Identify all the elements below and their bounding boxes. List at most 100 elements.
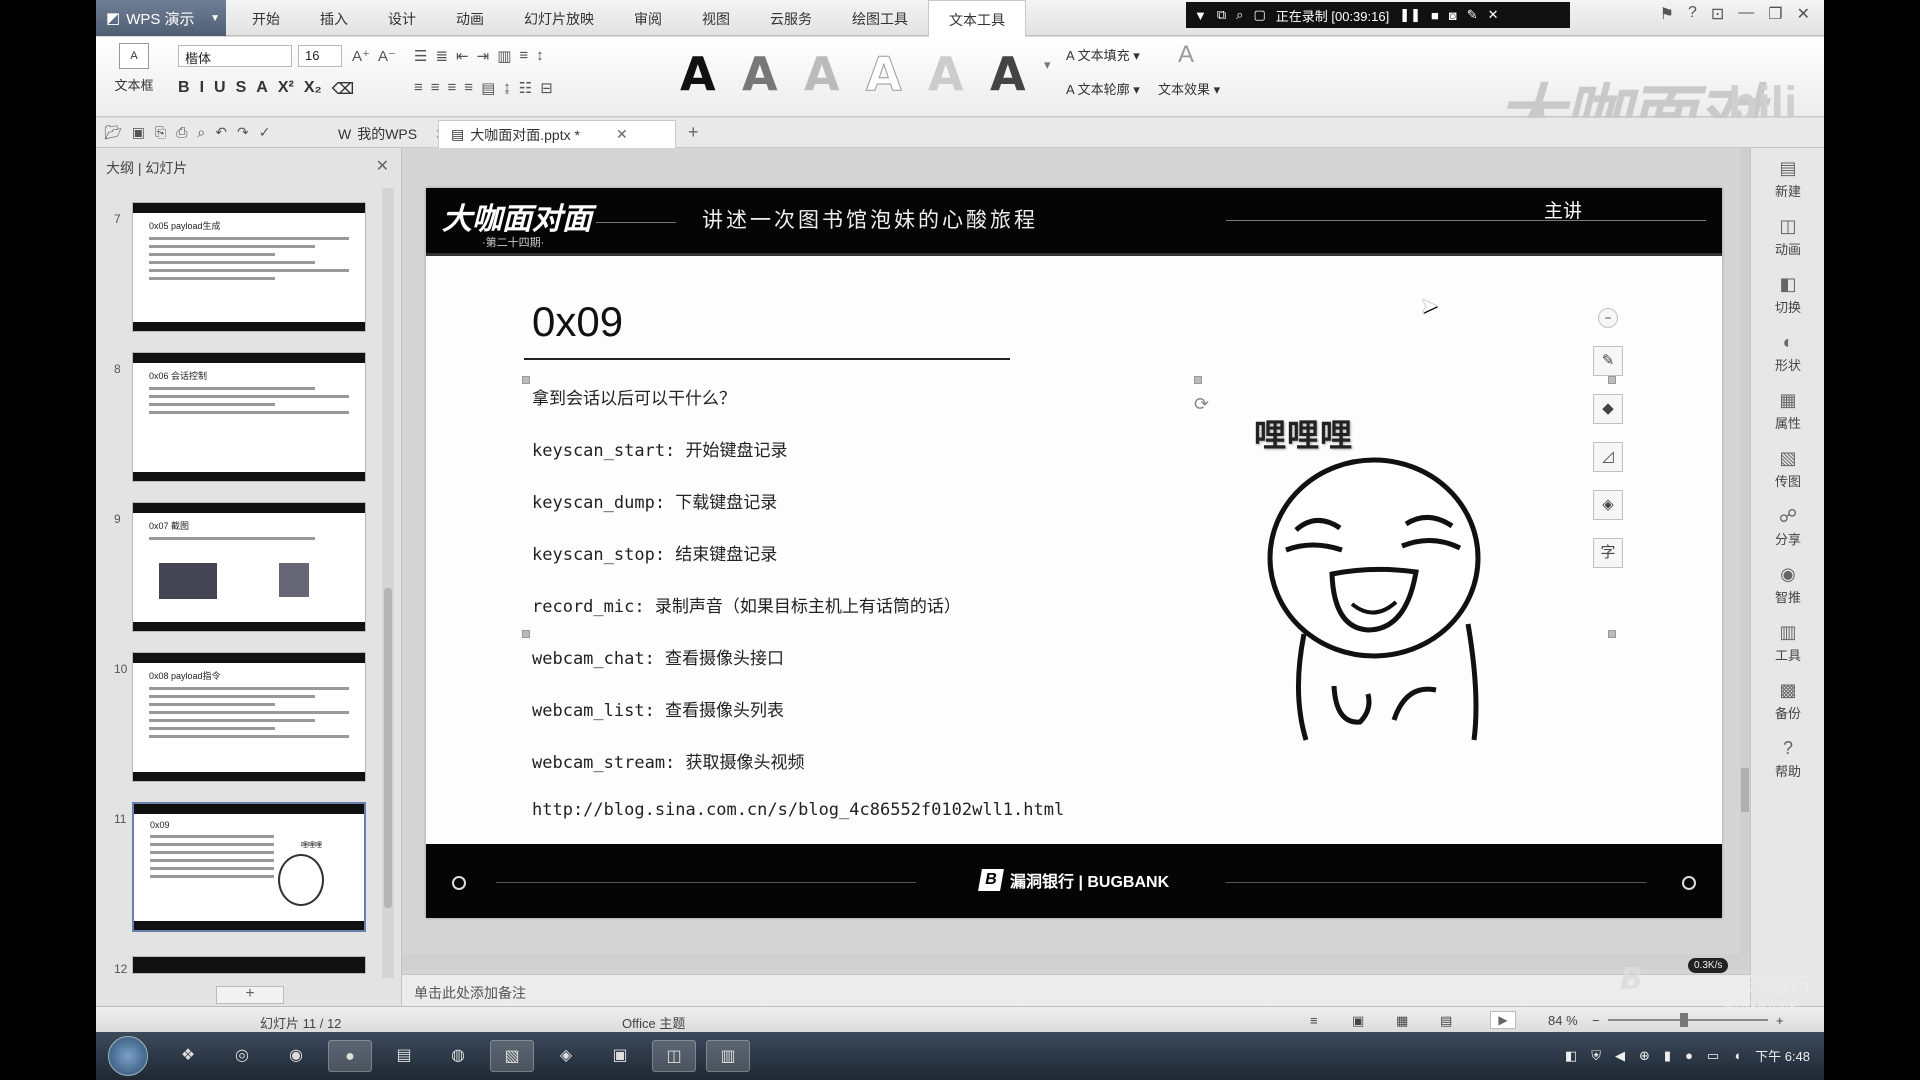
- slide-thumbnail[interactable]: 0x05 payload生成: [132, 202, 366, 332]
- chrome-icon[interactable]: ◉: [274, 1040, 318, 1072]
- normal-view-icon[interactable]: ▣: [1352, 1013, 1364, 1029]
- resize-handle[interactable]: [1194, 376, 1202, 384]
- number-list-icon[interactable]: ≣: [435, 47, 448, 65]
- slide-panel-header[interactable]: 大纲 | 幻灯片: [106, 158, 187, 178]
- subscript-button[interactable]: X₂: [304, 79, 322, 99]
- text-style-dark[interactable]: A: [990, 47, 1026, 101]
- meme-face-image[interactable]: [1256, 454, 1506, 744]
- align-text-icon[interactable]: ⊟: [540, 79, 553, 97]
- explorer-icon[interactable]: ▧: [490, 1040, 534, 1072]
- browser-icon[interactable]: ◎: [220, 1040, 264, 1072]
- theme-name[interactable]: Office 主题: [622, 1013, 685, 1032]
- sidebar-item-recommend[interactable]: ◉ 智推: [1761, 564, 1815, 606]
- justify-icon[interactable]: ≡: [464, 79, 473, 97]
- menu-tab-view[interactable]: 视图: [682, 0, 750, 36]
- text-direction-icon[interactable]: ↕: [536, 47, 544, 65]
- text-style-light[interactable]: A: [804, 47, 840, 101]
- skin-icon[interactable]: ⚑: [1660, 4, 1674, 24]
- menu-tab-drawing-tools[interactable]: 绘图工具: [832, 0, 928, 36]
- format-painter-icon[interactable]: ✓: [259, 124, 271, 141]
- close-tab-icon[interactable]: ✕: [616, 126, 628, 143]
- resize-handle[interactable]: [522, 630, 530, 638]
- tab-document[interactable]: ▤ 大咖面对面.pptx * ✕: [438, 120, 676, 148]
- text-style-gray[interactable]: A: [742, 47, 778, 101]
- app-icon[interactable]: ❖: [166, 1040, 210, 1072]
- italic-button[interactable]: I: [200, 79, 204, 99]
- columns-icon[interactable]: ▥: [497, 47, 511, 65]
- restore-view-icon[interactable]: ⊡: [1711, 4, 1724, 24]
- preview-icon[interactable]: ⌕: [197, 124, 205, 141]
- pen-icon[interactable]: ✎: [1467, 7, 1478, 23]
- add-slide-button[interactable]: +: [216, 986, 284, 1004]
- sidebar-item-animation[interactable]: ◫ 动画: [1761, 216, 1815, 258]
- new-tab-icon[interactable]: +: [688, 122, 699, 143]
- undo-icon[interactable]: ↶: [215, 124, 227, 141]
- slide-content-textbox[interactable]: 拿到会话以后可以干什么？ keyscan_start: 开始键盘记录 keysc…: [532, 384, 1152, 852]
- font-size-select[interactable]: 16: [298, 45, 342, 67]
- bullet-list-icon[interactable]: ☰: [414, 47, 427, 65]
- underline-button[interactable]: U: [214, 79, 226, 99]
- print-icon[interactable]: ⎙: [176, 124, 187, 141]
- menu-tab-animation[interactable]: 动画: [436, 0, 504, 36]
- superscript-button[interactable]: X²: [278, 79, 294, 99]
- canvas-vertical-scrollbar[interactable]: [1740, 148, 1750, 954]
- terminal-icon[interactable]: ◈: [544, 1040, 588, 1072]
- close-window-icon[interactable]: ✕: [1797, 4, 1810, 24]
- vm-icon[interactable]: ◫: [652, 1040, 696, 1072]
- tray-icon[interactable]: ◧: [1565, 1048, 1577, 1064]
- slide-thumbnail-selected[interactable]: 0x09 哩哩哩: [132, 802, 366, 932]
- sidebar-item-help[interactable]: ? 帮助: [1761, 738, 1815, 780]
- qq-icon[interactable]: ◍: [436, 1040, 480, 1072]
- distribute-icon[interactable]: ▤: [481, 79, 495, 97]
- play-slideshow-button[interactable]: ▶: [1490, 1011, 1516, 1029]
- app-menu-button[interactable]: ◩ WPS 演示 ▼: [96, 0, 226, 36]
- minus-icon[interactable]: −: [1598, 308, 1618, 328]
- recorder-icon[interactable]: ●: [328, 1040, 372, 1072]
- menu-tab-text-tools[interactable]: 文本工具: [928, 0, 1026, 37]
- para-spacing-icon[interactable]: ☷: [519, 79, 532, 97]
- file-icon[interactable]: ▣: [598, 1040, 642, 1072]
- clock[interactable]: 下午 6:48: [1755, 1046, 1810, 1065]
- zoom-slider-knob[interactable]: [1680, 1013, 1688, 1027]
- slide-title[interactable]: 0x09: [532, 298, 623, 346]
- align-center-icon[interactable]: ≡: [431, 79, 440, 97]
- slide-thumbnail[interactable]: 0x06 会话控制: [132, 352, 366, 482]
- notes-pane[interactable]: 单击此处添加备注: [402, 974, 1750, 1006]
- save-icon[interactable]: ▣: [132, 124, 145, 141]
- menu-tab-start[interactable]: 开始: [232, 0, 300, 36]
- font-name-select[interactable]: 楷体: [178, 45, 292, 67]
- wps-presentation-icon[interactable]: ▥: [706, 1040, 750, 1072]
- font-color-button[interactable]: A: [256, 79, 268, 99]
- sorter-view-icon[interactable]: ▦: [1396, 1013, 1408, 1029]
- align-right-icon[interactable]: ≡: [448, 79, 457, 97]
- line-spacing-icon[interactable]: ↨: [503, 79, 511, 97]
- text-effect-button[interactable]: 文本效果 ▾: [1158, 79, 1220, 98]
- region-icon[interactable]: ▢: [1253, 7, 1265, 23]
- fill-icon[interactable]: ◆: [1593, 394, 1623, 424]
- sidebar-item-upload-image[interactable]: ▧ 传图: [1761, 448, 1815, 490]
- menu-tab-cloud[interactable]: 云服务: [750, 0, 832, 36]
- zoom-out-icon[interactable]: −: [1592, 1013, 1600, 1028]
- start-button[interactable]: [108, 1036, 148, 1076]
- outline-icon[interactable]: ◿: [1593, 442, 1623, 472]
- close-icon[interactable]: ✕: [1488, 7, 1499, 23]
- textbox-button[interactable]: A 文本框: [106, 43, 162, 94]
- sidebar-item-properties[interactable]: ▦ 属性: [1761, 390, 1815, 432]
- layers-icon[interactable]: ◈: [1593, 490, 1623, 520]
- search-icon[interactable]: ⌕: [1236, 7, 1243, 23]
- slide-thumbnail[interactable]: [132, 956, 366, 974]
- slide-thumbnail[interactable]: 0x08 payload指令: [132, 652, 366, 782]
- canvas-horizontal-scrollbar[interactable]: [402, 954, 1750, 970]
- arrow-icon[interactable]: ◀: [1615, 1048, 1625, 1064]
- sidebar-item-backup[interactable]: ▩ 备份: [1761, 680, 1815, 722]
- stop-icon[interactable]: ■: [1431, 8, 1439, 23]
- text-fill-button[interactable]: A 文本填充 ▾: [1066, 45, 1140, 64]
- sidebar-item-transition[interactable]: ◧ 切换: [1761, 274, 1815, 316]
- shield-icon[interactable]: ⛨: [1591, 1048, 1601, 1064]
- bold-button[interactable]: B: [178, 79, 190, 99]
- rotate-handle-icon[interactable]: ⟳: [1194, 394, 1209, 415]
- outdent-icon[interactable]: ⇤: [456, 47, 469, 65]
- camera-icon[interactable]: ◙: [1449, 8, 1457, 23]
- battery-icon[interactable]: ▮: [1664, 1048, 1671, 1064]
- text-style-shadow[interactable]: A: [928, 47, 964, 101]
